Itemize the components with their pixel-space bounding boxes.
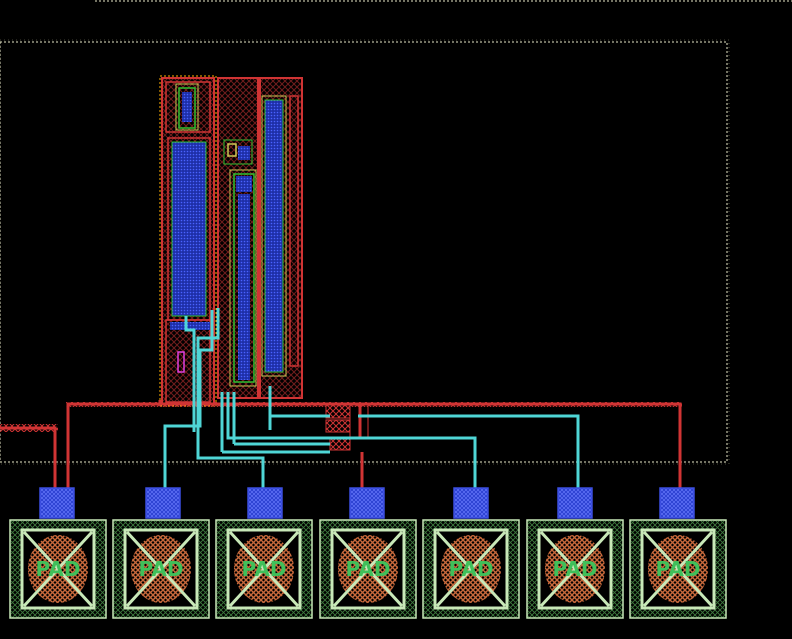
- pad-label: PAD: [346, 557, 391, 581]
- metal1-bus: [66, 402, 682, 407]
- device-middle: [217, 77, 261, 399]
- via-pad-1: [39, 487, 75, 519]
- device-right: [257, 77, 303, 399]
- bond-pad: PAD: [215, 519, 313, 619]
- pad-label: PAD: [36, 557, 81, 581]
- bond-pad: PAD: [629, 519, 727, 619]
- pad-label: PAD: [553, 557, 598, 581]
- bond-pad: PAD: [319, 519, 417, 619]
- via-pad-6: [557, 487, 593, 519]
- via-pad-4: [349, 487, 385, 519]
- metal1-strip: [0, 424, 58, 432]
- pad-label: PAD: [139, 557, 184, 581]
- bond-pad: PAD: [112, 519, 210, 619]
- pad-label: PAD: [656, 557, 701, 581]
- via-pad-7: [659, 487, 695, 519]
- bond-pad: PAD: [526, 519, 624, 619]
- cell-boundary: [0, 0, 792, 465]
- pad-row: PAD PAD PAD PAD PAD PAD PAD: [9, 519, 727, 619]
- via-pad-2: [145, 487, 181, 519]
- bond-pad: PAD: [422, 519, 520, 619]
- contact-block: [325, 403, 369, 451]
- via-pad-5: [453, 487, 489, 519]
- layout-canvas: PAD PAD PAD PAD PAD PAD PAD: [0, 0, 792, 619]
- pad-label: PAD: [449, 557, 494, 581]
- bond-pad: PAD: [9, 519, 107, 619]
- device-left: [159, 75, 217, 407]
- via-pad-3: [247, 487, 283, 519]
- pad-vias: [39, 487, 695, 519]
- pad-label: PAD: [242, 557, 287, 581]
